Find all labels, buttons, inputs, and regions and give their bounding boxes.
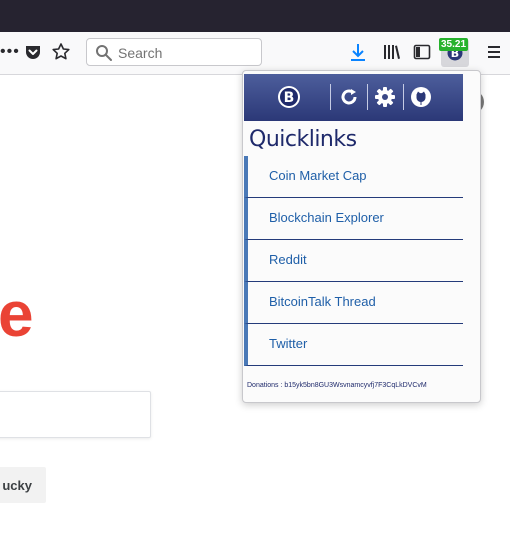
popup-header: B	[244, 74, 463, 121]
search-input[interactable]: Search	[86, 38, 262, 66]
sidebar-icon[interactable]	[412, 42, 432, 62]
menu-icon[interactable]	[484, 42, 504, 62]
quicklink-label[interactable]: Blockchain Explorer	[269, 210, 384, 225]
feeling-lucky-label: ucky	[2, 478, 32, 493]
quicklink-label[interactable]: BitcoinTalk Thread	[269, 294, 376, 309]
search-placeholder: Search	[118, 45, 163, 61]
window-titlebar	[0, 0, 510, 32]
popup-title: Quicklinks	[249, 127, 357, 152]
quicklink-reddit[interactable]: Reddit	[244, 240, 463, 282]
svg-text:B: B	[284, 90, 295, 106]
header-separator	[367, 84, 368, 110]
quicklink-coin-market-cap[interactable]: Coin Market Cap	[244, 156, 463, 198]
quicklink-blockchain-explorer[interactable]: Blockchain Explorer	[244, 198, 463, 240]
feeling-lucky-button[interactable]: ucky	[0, 467, 46, 503]
search-icon	[95, 44, 113, 62]
extension-price-badge: 35.21	[439, 38, 469, 51]
quicklink-label[interactable]: Coin Market Cap	[269, 168, 367, 183]
library-icon[interactable]	[382, 42, 402, 62]
settings-icon[interactable]	[374, 86, 396, 108]
quicklink-bitcointalk-thread[interactable]: BitcoinTalk Thread	[244, 282, 463, 324]
header-separator	[330, 84, 331, 110]
quicklink-label[interactable]: Reddit	[269, 252, 307, 267]
quicklink-twitter[interactable]: Twitter	[244, 324, 463, 366]
browser-toolbar: ••• Search B 35.21	[0, 32, 510, 75]
quicklinks-list: Coin Market Cap Blockchain Explorer Redd…	[244, 156, 463, 366]
bitcoin-logo-icon[interactable]: B	[277, 85, 301, 109]
github-icon[interactable]	[410, 86, 432, 108]
download-icon[interactable]	[348, 42, 368, 62]
refresh-icon[interactable]	[338, 86, 360, 108]
donation-address: Donations : b15yk5bn8GU3Wsvnamcyvfj7F3Cq…	[247, 382, 427, 389]
bookmark-star-icon[interactable]	[51, 42, 71, 62]
header-separator	[403, 84, 404, 110]
page-search-box[interactable]	[0, 391, 151, 438]
extension-popup: B Quicklinks Coin Market Cap Blockchain …	[242, 70, 481, 403]
quicklink-label[interactable]: Twitter	[269, 336, 307, 351]
pocket-icon[interactable]	[24, 43, 42, 61]
page-logo-fragment: e	[0, 278, 34, 350]
overflow-icon[interactable]: •••	[0, 44, 20, 60]
